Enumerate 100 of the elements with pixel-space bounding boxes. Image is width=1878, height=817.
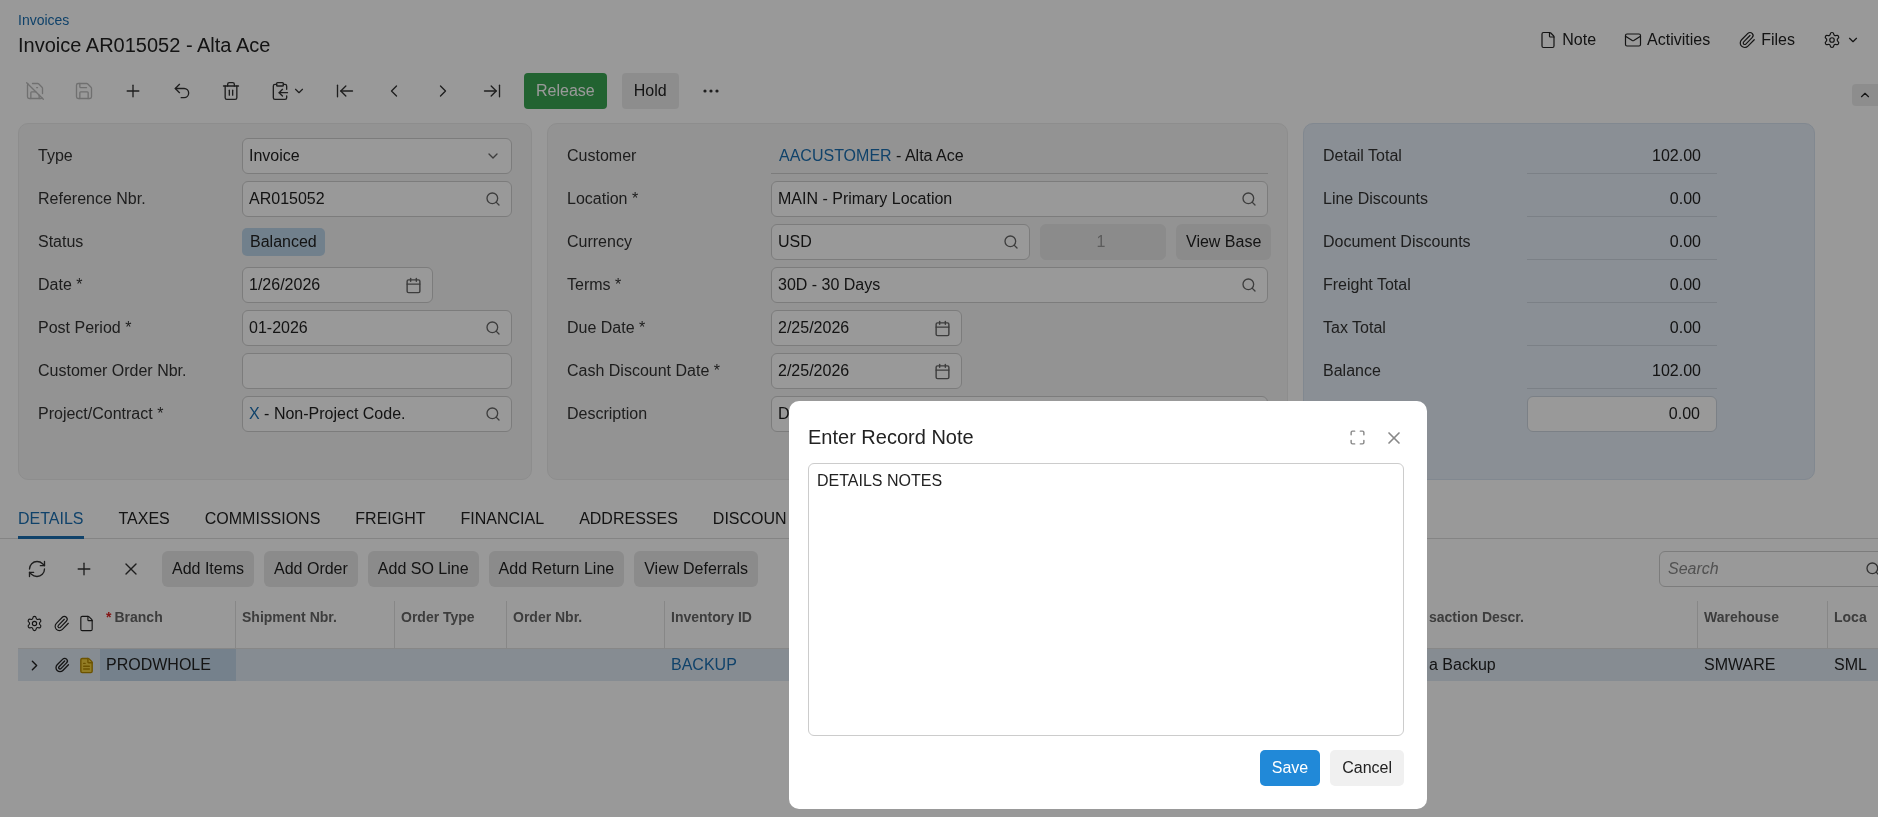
collapse-button[interactable] [1852, 84, 1878, 106]
field-label: Date * [38, 276, 84, 294]
lookup-field[interactable]: X - Non-Project Code. [242, 396, 512, 432]
header-action[interactable]: Note [1539, 30, 1597, 49]
note-icon [1539, 30, 1558, 49]
field-label: Post Period * [38, 319, 133, 337]
tab[interactable]: FINANCIAL [460, 504, 545, 539]
cancel-button[interactable]: Cancel [1330, 750, 1404, 786]
field-label: Customer [567, 147, 638, 165]
field-label: Status [38, 233, 85, 251]
lookup-field[interactable]: USD [771, 224, 1030, 260]
lookup-field[interactable]: 01-2026 [242, 310, 512, 346]
tab[interactable]: DETAILS [18, 504, 84, 539]
field-label: Currency [567, 233, 633, 251]
lookup-field[interactable]: MAIN - Primary Location [771, 181, 1268, 217]
refresh-icon [27, 559, 47, 579]
grid-button[interactable]: Add Items [162, 551, 255, 587]
note-icon [78, 615, 95, 632]
save-off-icon [25, 81, 45, 101]
paperclip-icon[interactable] [53, 657, 70, 673]
table-cell-text: SML [1833, 655, 1868, 675]
tab[interactable]: FREIGHT [355, 504, 426, 539]
undo-icon [172, 81, 192, 101]
mail-icon [1624, 30, 1643, 49]
save-button[interactable]: Save [1259, 750, 1321, 786]
field-label: Reference Nbr. [38, 190, 147, 208]
lookup-field[interactable]: AR015052 [242, 181, 512, 217]
column-header[interactable]: * Branch [100, 601, 236, 648]
total-value: 102.00 [1527, 138, 1717, 174]
total-label: Freight Total [1323, 276, 1412, 294]
search-icon [1003, 234, 1019, 250]
table-cell-text: SMWARE [1703, 655, 1777, 675]
tab[interactable]: ADDRESSES [579, 504, 678, 539]
lookup-field[interactable]: 30D - 30 Days [771, 267, 1268, 303]
total-label: Line Discounts [1323, 190, 1429, 208]
field-label: Due Date * [567, 319, 647, 337]
grid-button[interactable]: Add Return Line [488, 551, 625, 587]
settings-button[interactable] [1823, 30, 1860, 49]
dialog-title: Enter Record Note [808, 426, 974, 450]
table-cell-text: a Backup [1428, 655, 1497, 675]
field-label: Customer Order Nbr. [38, 362, 188, 380]
search-icon [1241, 191, 1257, 207]
calendar-icon [405, 276, 422, 294]
total-label: Tax Total [1323, 319, 1387, 337]
search-icon [1865, 561, 1878, 577]
date-field[interactable]: 2/25/2026 [771, 310, 962, 346]
trash-icon [221, 81, 241, 101]
page-title: Invoice AR015052 - Alta Ace [18, 34, 271, 57]
total-value: 0.00 [1527, 224, 1717, 260]
paperclip-icon [53, 615, 70, 632]
search-field[interactable]: Search [1659, 551, 1878, 587]
view-base-button[interactable]: View Base [1176, 224, 1272, 260]
tab[interactable]: DISCOUN [712, 504, 787, 539]
column-header[interactable]: Shipment Nbr. [236, 601, 395, 648]
maximize-icon[interactable] [1349, 429, 1366, 447]
text-field[interactable] [242, 353, 512, 389]
grid-button[interactable]: Add SO Line [367, 551, 479, 587]
settings-icon [1823, 30, 1841, 49]
clipboard-icon [270, 81, 290, 101]
date-field[interactable]: 2/25/2026 [771, 353, 962, 389]
header-action[interactable]: Activities [1624, 30, 1711, 49]
column-header[interactable]: Warehouse [1698, 601, 1828, 648]
grid-button[interactable]: View Deferrals [634, 551, 758, 587]
select-field[interactable]: Invoice [242, 138, 512, 174]
hold-button[interactable]: Hold [621, 73, 679, 109]
calendar-icon [934, 362, 951, 380]
calendar-icon [934, 319, 951, 337]
breadcrumb-link[interactable]: Invoices [18, 12, 271, 28]
field-label: Location * [567, 190, 640, 208]
total-value: 0.00 [1527, 181, 1717, 217]
field-label: Terms * [567, 276, 623, 294]
search-icon [485, 320, 501, 336]
tab[interactable]: COMMISSIONS [204, 504, 321, 539]
field-label: Type [38, 147, 74, 165]
customer-link[interactable]: AACUSTOMER [779, 146, 892, 164]
status-badge: Balanced [242, 228, 325, 256]
note-text-area[interactable]: DETAILS NOTES [808, 462, 1404, 736]
tab[interactable]: TAXES [118, 504, 170, 539]
date-field[interactable]: 1/26/2026 [242, 267, 433, 303]
paperclip-icon [1738, 30, 1757, 49]
search-icon [485, 406, 501, 422]
total-value: 102.00 [1527, 353, 1717, 389]
total-label: Detail Total [1323, 147, 1403, 165]
column-header[interactable]: Loca [1828, 601, 1878, 648]
save-icon [74, 81, 94, 101]
column-header[interactable]: Order Nbr. [507, 601, 665, 648]
grid-button[interactable]: Add Order [264, 551, 358, 587]
field-label: Description [567, 405, 649, 423]
total-value: 0.00 [1527, 267, 1717, 303]
search-icon [485, 191, 501, 207]
table-cell: PRODWHOLE [100, 649, 236, 681]
customer-value: AACUSTOMER - Alta Ace [771, 138, 1268, 174]
column-header[interactable]: Order Type [395, 601, 507, 648]
note-icon[interactable] [78, 656, 95, 674]
total-label: Document Discounts [1323, 233, 1472, 251]
search-icon [1241, 277, 1257, 293]
amount-field[interactable]: 0.00 [1527, 396, 1717, 432]
header-action[interactable]: Files [1738, 30, 1795, 49]
settings-icon[interactable] [25, 615, 43, 632]
more-icon [702, 89, 719, 93]
